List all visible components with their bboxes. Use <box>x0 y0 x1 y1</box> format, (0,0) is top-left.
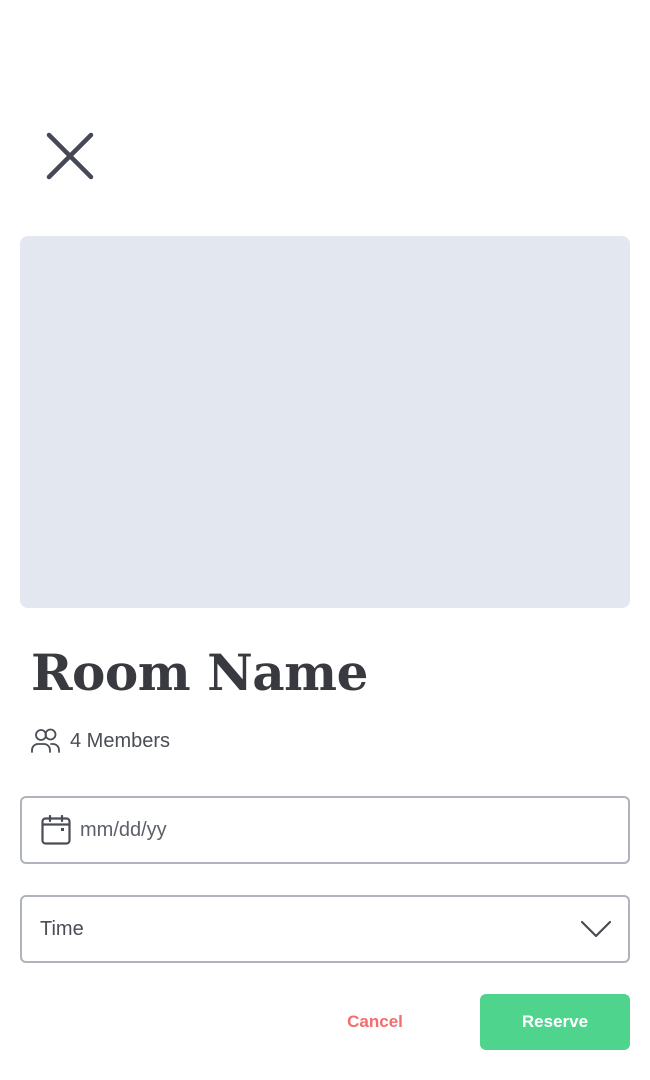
close-button[interactable] <box>40 126 100 186</box>
room-image-placeholder <box>20 236 630 608</box>
chevron-down-icon <box>580 913 612 945</box>
members-info: 4 Members <box>30 726 170 756</box>
close-icon <box>46 132 94 180</box>
reserve-button[interactable]: Reserve <box>480 994 630 1050</box>
date-input[interactable] <box>80 818 600 842</box>
room-name: Room Name <box>31 643 368 702</box>
members-count: 4 Members <box>70 729 171 752</box>
date-field[interactable] <box>20 796 630 864</box>
time-select-label: Time <box>40 917 84 940</box>
cancel-button[interactable]: Cancel <box>300 994 450 1050</box>
time-select[interactable]: Time <box>20 895 630 963</box>
calendar-icon <box>40 814 72 846</box>
users-icon <box>30 728 60 754</box>
